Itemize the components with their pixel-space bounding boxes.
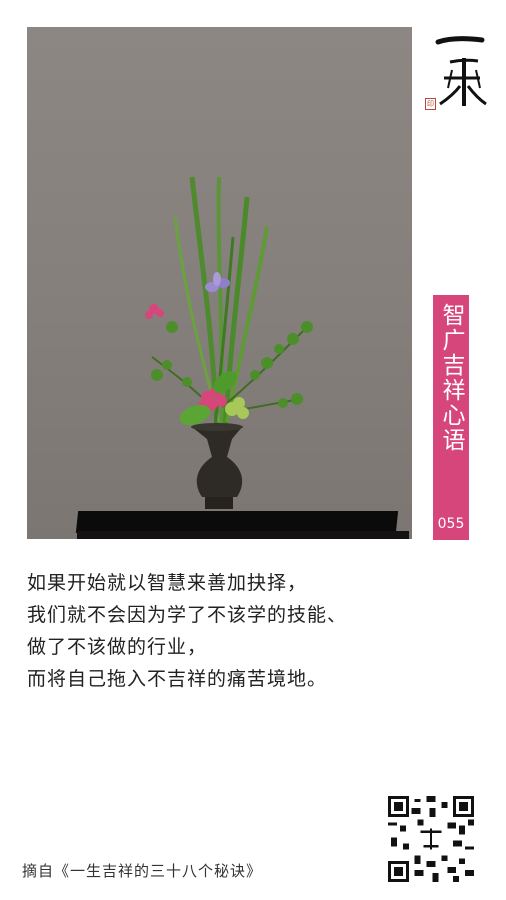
- lacquer-table-top: [75, 511, 399, 533]
- quote-line: 而将自己拖入不吉祥的痛苦境地。: [27, 668, 328, 690]
- series-tag: 智广吉祥心语 055: [433, 295, 469, 540]
- ikebana-photo: [27, 27, 412, 539]
- quote-line: 做了不该做的行业，: [27, 636, 208, 658]
- flower-arrangement: [145, 176, 313, 509]
- lacquer-table-front: [77, 531, 409, 539]
- qr-code-icon[interactable]: [388, 796, 474, 882]
- source-caption: 摘自《一生吉祥的三十八个秘诀》: [22, 862, 263, 880]
- quote-line: 我们就不会因为学了不该学的技能、: [27, 604, 348, 626]
- vase-icon: [191, 423, 243, 509]
- yicheng-logo: [435, 36, 487, 106]
- series-number: 055: [437, 516, 465, 532]
- series-title: 智广吉祥心语: [438, 303, 464, 453]
- seal-stamp: 印: [425, 98, 436, 110]
- quote-block: 如果开始就以智慧来善加抉择， 我们就不会因为学了不该学的技能、 做了不该做的行业…: [27, 567, 447, 695]
- quote-line: 如果开始就以智慧来善加抉择，: [27, 572, 308, 594]
- seal-text: 印: [427, 100, 434, 108]
